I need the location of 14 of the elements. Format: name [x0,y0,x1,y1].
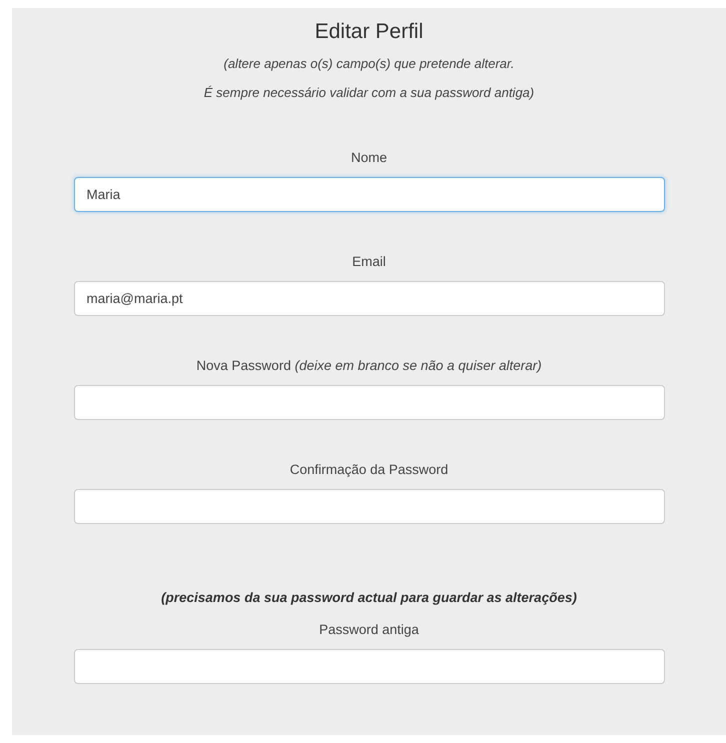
field-label: Password antiga [319,622,419,637]
field-label: Nova Password (deixe em branco se não a quiser alterar) [196,358,542,373]
field-label: Confirmação da Password [290,462,448,477]
input-field[interactable] [74,385,664,420]
field-label: Nome [350,150,387,165]
input-field[interactable] [74,649,664,684]
instruction-text: É sempre necessário validar com a sua password antiga) [204,85,534,100]
input-field[interactable]: Maria [74,177,664,212]
input-field[interactable] [74,489,664,524]
page-title: Editar Perfil [314,20,424,44]
instruction-text: (altere apenas o(s) campo(s) que pretende alterar. [224,56,514,71]
field-label: Email [352,254,386,269]
input-field[interactable]: maria@maria.pt [74,281,664,316]
note-text: (precisamos da sua password actual para guardar as alterações) [161,590,577,605]
